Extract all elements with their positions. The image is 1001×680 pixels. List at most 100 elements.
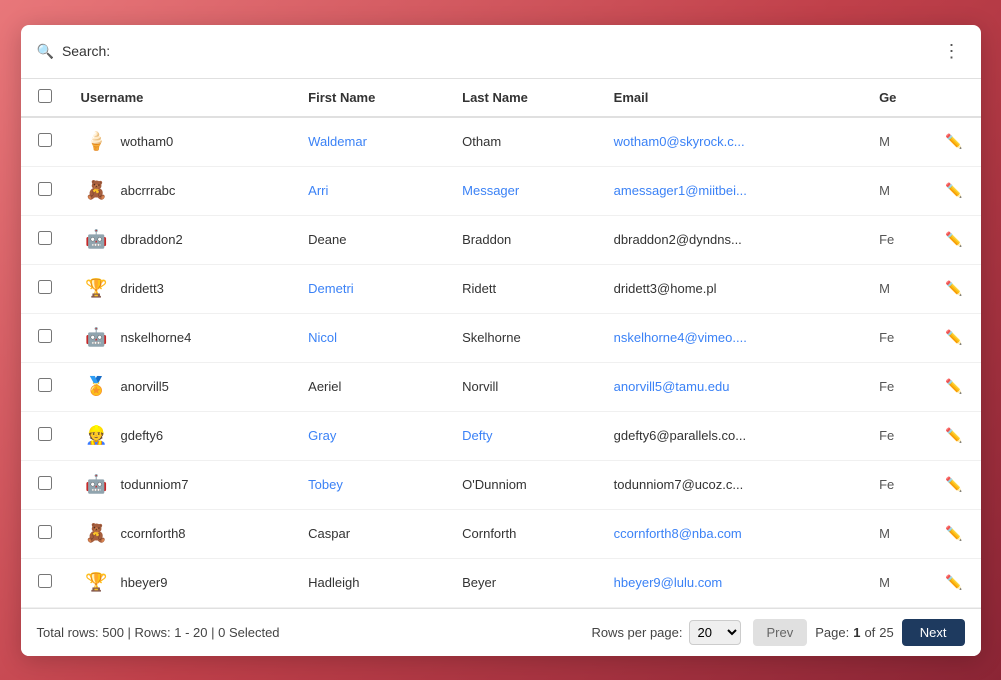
row-checkbox-cell[interactable] <box>21 264 69 313</box>
row-lastname: Braddon <box>450 215 602 264</box>
row-checkbox[interactable] <box>38 378 52 392</box>
col-firstname: First Name <box>296 79 450 117</box>
row-checkbox-cell[interactable] <box>21 509 69 558</box>
row-checkbox[interactable] <box>38 574 52 588</box>
row-edit-cell: ✏️ <box>927 558 980 607</box>
edit-button[interactable]: ✏️ <box>939 521 968 546</box>
row-username: 🧸 abcrrrabc <box>69 166 297 215</box>
page-info: Page: 1 of 25 <box>815 625 894 640</box>
col-username: Username <box>69 79 297 117</box>
row-checkbox[interactable] <box>38 525 52 539</box>
row-checkbox-cell[interactable] <box>21 215 69 264</box>
row-checkbox-cell[interactable] <box>21 313 69 362</box>
more-options-icon[interactable]: ⋮ <box>939 37 965 66</box>
edit-button[interactable]: ✏️ <box>939 276 968 301</box>
row-checkbox[interactable] <box>38 182 52 196</box>
current-page: 1 <box>853 625 860 640</box>
row-edit-cell: ✏️ <box>927 215 980 264</box>
row-email: dridett3@home.pl <box>602 264 867 313</box>
table-row: 🏆 dridett3 Demetri Ridett dridett3@home.… <box>21 264 981 313</box>
row-checkbox[interactable] <box>38 427 52 441</box>
row-firstname: Waldemar <box>296 117 450 167</box>
row-username: 🍦 wotham0 <box>69 117 297 167</box>
next-button[interactable]: Next <box>902 619 965 646</box>
col-email: Email <box>602 79 867 117</box>
row-checkbox-cell[interactable] <box>21 117 69 167</box>
footer-stats: Total rows: 500 | Rows: 1 - 20 | 0 Selec… <box>37 625 280 640</box>
row-checkbox-cell[interactable] <box>21 460 69 509</box>
edit-button[interactable]: ✏️ <box>939 472 968 497</box>
table-row: 🍦 wotham0 Waldemar Otham wotham0@skyrock… <box>21 117 981 167</box>
edit-button[interactable]: ✏️ <box>939 423 968 448</box>
avatar: 🧸 <box>81 518 113 550</box>
row-lastname: Messager <box>450 166 602 215</box>
total-pages: 25 <box>879 625 893 640</box>
row-edit-cell: ✏️ <box>927 509 980 558</box>
row-gender: M <box>867 117 927 167</box>
page-label: Page: <box>815 625 849 640</box>
avatar: 🏅 <box>81 371 113 403</box>
edit-button[interactable]: ✏️ <box>939 325 968 350</box>
row-lastname: Norvill <box>450 362 602 411</box>
row-email: ccornforth8@nba.com <box>602 509 867 558</box>
row-edit-cell: ✏️ <box>927 313 980 362</box>
search-icon: 🔍 <box>37 43 54 60</box>
row-edit-cell: ✏️ <box>927 264 980 313</box>
row-email: hbeyer9@lulu.com <box>602 558 867 607</box>
row-checkbox[interactable] <box>38 476 52 490</box>
row-checkbox-cell[interactable] <box>21 166 69 215</box>
row-firstname: Demetri <box>296 264 450 313</box>
table-header-row: Username First Name Last Name Email Ge <box>21 79 981 117</box>
total-rows: Total rows: 500 | Rows: 1 - 20 | 0 Selec… <box>37 625 280 640</box>
edit-button[interactable]: ✏️ <box>939 178 968 203</box>
row-checkbox-cell[interactable] <box>21 411 69 460</box>
search-left: 🔍 Search: <box>37 43 111 60</box>
row-firstname: Aeriel <box>296 362 450 411</box>
row-email: anorvill5@tamu.edu <box>602 362 867 411</box>
row-lastname: Skelhorne <box>450 313 602 362</box>
row-checkbox[interactable] <box>38 280 52 294</box>
table-row: 🏅 anorvill5 Aeriel Norvill anorvill5@tam… <box>21 362 981 411</box>
row-checkbox-cell[interactable] <box>21 362 69 411</box>
footer-right: Rows per page: 20 50 100 Prev Page: 1 of… <box>591 619 964 646</box>
users-table: Username First Name Last Name Email Ge 🍦… <box>21 79 981 608</box>
row-edit-cell: ✏️ <box>927 460 980 509</box>
row-firstname: Hadleigh <box>296 558 450 607</box>
row-lastname: Otham <box>450 117 602 167</box>
row-email: todunniom7@ucoz.c... <box>602 460 867 509</box>
row-checkbox-cell[interactable] <box>21 558 69 607</box>
row-lastname: Beyer <box>450 558 602 607</box>
row-checkbox[interactable] <box>38 133 52 147</box>
row-username: 🧸 ccornforth8 <box>69 509 297 558</box>
prev-button[interactable]: Prev <box>753 619 808 646</box>
col-actions <box>927 79 980 117</box>
avatar: 🤖 <box>81 224 113 256</box>
row-checkbox[interactable] <box>38 329 52 343</box>
table-row: 👷 gdefty6 Gray Defty gdefty6@parallels.c… <box>21 411 981 460</box>
select-all-header[interactable] <box>21 79 69 117</box>
of-label: of <box>864 625 875 640</box>
edit-button[interactable]: ✏️ <box>939 570 968 595</box>
edit-button[interactable]: ✏️ <box>939 227 968 252</box>
row-firstname: Arri <box>296 166 450 215</box>
row-email: wotham0@skyrock.c... <box>602 117 867 167</box>
avatar: 👷 <box>81 420 113 452</box>
avatar: 🤖 <box>81 469 113 501</box>
row-gender: Fe <box>867 215 927 264</box>
row-lastname: O'Dunniom <box>450 460 602 509</box>
select-all-checkbox[interactable] <box>38 89 52 103</box>
row-gender: Fe <box>867 460 927 509</box>
table-row: 🧸 abcrrrabc Arri Messager amessager1@mii… <box>21 166 981 215</box>
edit-button[interactable]: ✏️ <box>939 129 968 154</box>
row-checkbox[interactable] <box>38 231 52 245</box>
row-username: 🏆 hbeyer9 <box>69 558 297 607</box>
row-gender: M <box>867 509 927 558</box>
rows-per-page-select[interactable]: 20 50 100 <box>689 620 741 645</box>
edit-button[interactable]: ✏️ <box>939 374 968 399</box>
row-gender: Fe <box>867 362 927 411</box>
pagination: Prev Page: 1 of 25 Next <box>753 619 965 646</box>
col-lastname: Last Name <box>450 79 602 117</box>
row-gender: M <box>867 558 927 607</box>
table-row: 🤖 dbraddon2 Deane Braddon dbraddon2@dynd… <box>21 215 981 264</box>
search-bar: 🔍 Search: ⋮ <box>21 25 981 79</box>
